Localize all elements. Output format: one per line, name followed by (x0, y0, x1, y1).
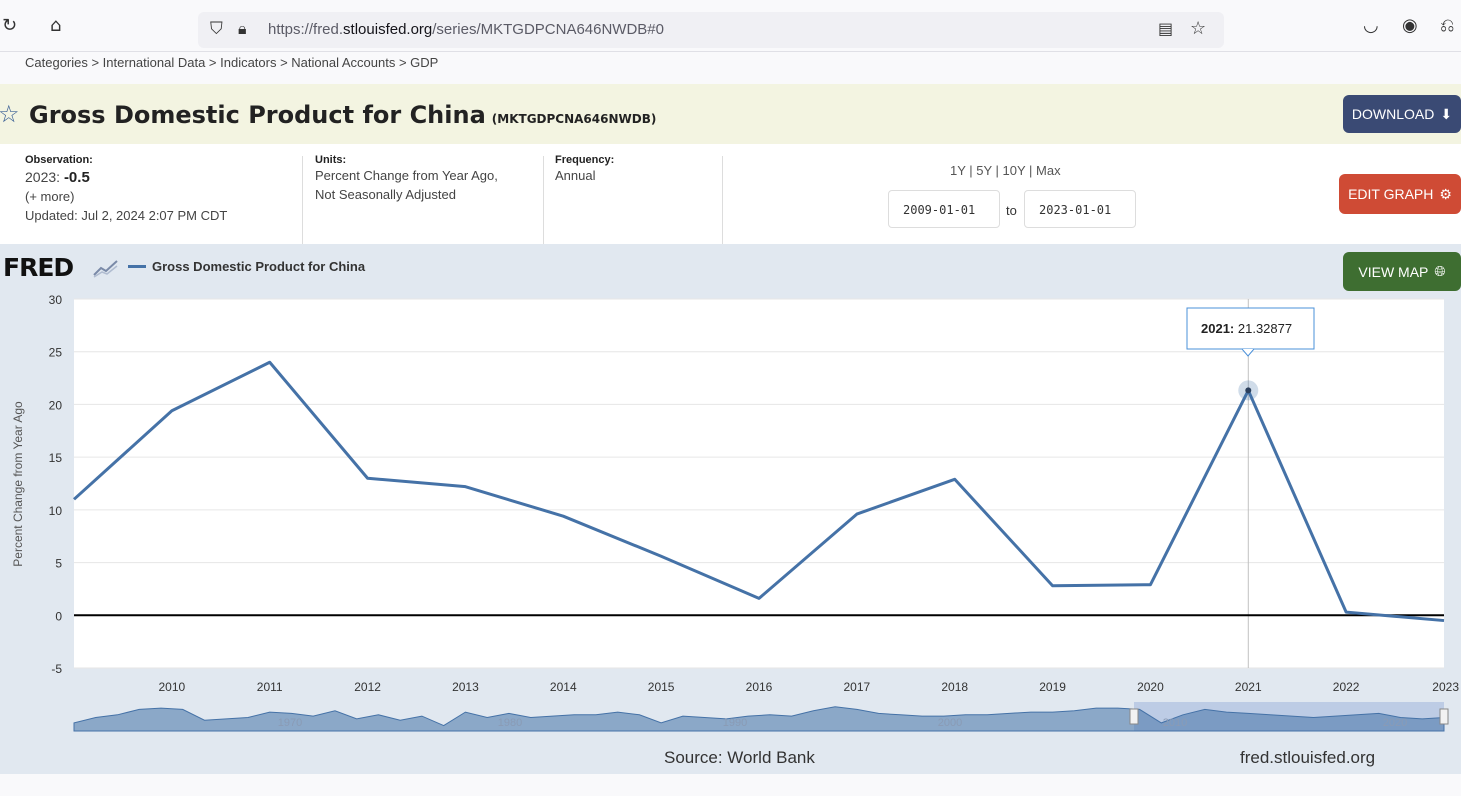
series-title: Gross Domestic Product for China (29, 101, 486, 129)
highlight-point[interactable] (1245, 387, 1252, 394)
y-tick-labels: 30 25 20 15 10 5 0 -5 (49, 293, 63, 676)
x-tick-label: 2010 (159, 680, 186, 694)
units-label: Units: (315, 154, 347, 166)
observation-year: 2023: (25, 169, 61, 185)
navigator-label: 1980 (498, 717, 522, 729)
x-tick-label: 2012 (354, 680, 381, 694)
y-tick-label: -5 (51, 662, 62, 676)
y-tick-label: 30 (49, 293, 63, 307)
x-tick-label: 2023 (1432, 680, 1459, 694)
y-tick-label: 20 (49, 398, 63, 412)
tooltip-text: 2021: 21.32877 (1201, 321, 1292, 336)
x-tick-label: 2020 (1137, 680, 1164, 694)
browser-toolbar: ↻ ⌂ ⛉ 🔒︎ https://fred.stlouisfed.org/ser… (0, 0, 1461, 52)
line-chart[interactable]: 302520151050-5 2010 2011 2012 2013 2014 2015 2… (0, 244, 1461, 744)
divider (302, 156, 303, 244)
observation-value: -0.5 (63, 169, 90, 186)
navigator-handle[interactable] (1129, 708, 1139, 725)
shield-icon[interactable]: ⛉ (210, 19, 223, 39)
x-tick-label: 2015 (648, 680, 675, 694)
y-tick-label: 0 (55, 609, 62, 623)
divider (543, 156, 544, 244)
download-label: DOWNLOAD (1351, 106, 1435, 122)
download-icon: ⬇ (1440, 105, 1453, 122)
x-tick-label: 2016 (746, 680, 773, 694)
bookmark-star-icon[interactable]: ☆ (1190, 19, 1206, 39)
x-tick-label: 2022 (1333, 680, 1360, 694)
lock-icon[interactable]: 🔒︎ (238, 19, 247, 39)
x-tick-label: 2011 (257, 680, 283, 694)
x-tick-label: 2019 (1039, 680, 1066, 694)
units-line1: Percent Change from Year Ago, (315, 168, 498, 183)
navigator-label: 2020 (1383, 717, 1407, 729)
pocket-icon[interactable]: ◡ (1363, 16, 1379, 36)
series-code: (MKTGDPCNA646NWDB) (491, 112, 657, 126)
observation-label: Observation: (25, 154, 93, 166)
tooltip-value: 21.32877 (1238, 321, 1292, 336)
page-title: Gross Domestic Product for China (MKTGDPC… (29, 101, 656, 129)
to-label: to (1006, 203, 1017, 218)
units-line2: Not Seasonally Adjusted (315, 187, 456, 202)
start-date-input[interactable]: 2009-01-01 (888, 190, 1000, 228)
y-tick-label: 5 (55, 557, 62, 571)
tooltip: 2021: 21.32877 (1186, 307, 1315, 357)
frequency-value: Annual (555, 168, 596, 183)
navigator-label: 2010 (1163, 717, 1187, 729)
navigator-label: 1990 (723, 717, 747, 729)
x-tick-label: 2021 (1235, 680, 1262, 694)
chart-site[interactable]: fred.stlouisfed.org (1240, 748, 1375, 768)
y-axis-label: Percent Change from Year Ago (11, 401, 25, 567)
navigator-label: 2000 (938, 717, 962, 729)
tooltip-year: 2021: (1201, 321, 1234, 336)
chart-source: Source: World Bank (664, 748, 815, 767)
x-tick-label: 2017 (844, 680, 871, 694)
more-observations-link[interactable]: (+ more) (25, 187, 227, 206)
series-metadata: Observation: 2023: -0.5 (+ more) Updated… (0, 144, 1461, 244)
home-icon[interactable]: ⌂ (50, 16, 61, 36)
x-tick-labels: 2010 2011 2012 2013 2014 2015 2016 2017 2018 2019… (159, 680, 1460, 694)
extensions-icon[interactable]: ⎌ (1440, 16, 1454, 36)
y-tick-label: 10 (49, 504, 63, 518)
series-title-bar: ☆ Gross Domestic Product for China (MKTGD… (0, 84, 1461, 144)
units-block: Units: Percent Change from Year Ago, Not… (315, 154, 498, 204)
navigator[interactable]: 1970 1980 1990 2000 2010 2020 (73, 702, 1449, 732)
gear-icon: ⚙ (1439, 185, 1452, 202)
observation-value-line: 2023: -0.5 (25, 168, 227, 187)
reader-view-icon[interactable]: ▤ (1158, 19, 1173, 39)
address-bar[interactable]: ⛉ 🔒︎ https://fred.stlouisfed.org/series/… (198, 12, 1224, 48)
updated-timestamp: Updated: Jul 2, 2024 2:07 PM CDT (25, 208, 228, 223)
y-tick-label: 25 (49, 346, 63, 360)
edit-graph-label: EDIT GRAPH (1348, 186, 1434, 202)
reload-icon[interactable]: ↻ (2, 16, 17, 36)
navigator-handle[interactable] (1439, 708, 1449, 725)
divider (722, 156, 723, 244)
plot-background (74, 299, 1444, 668)
x-tick-label: 2013 (452, 680, 479, 694)
navigator-label: 1970 (278, 717, 302, 729)
frequency-block: Frequency: Annual (555, 154, 614, 185)
favorite-star-icon[interactable]: ☆ (0, 102, 20, 126)
y-tick-label: 15 (49, 451, 63, 465)
edit-graph-button[interactable]: EDIT GRAPH ⚙ (1339, 174, 1461, 214)
url-text[interactable]: https://fred.stlouisfed.org/series/MKTGD… (268, 21, 664, 38)
account-icon[interactable]: ◉ (1402, 16, 1418, 36)
x-tick-label: 2018 (941, 680, 968, 694)
end-date-input[interactable]: 2023-01-01 (1024, 190, 1136, 228)
range-links[interactable]: 1Y | 5Y | 10Y | Max (950, 163, 1061, 178)
observation-block: Observation: 2023: -0.5 (+ more) Updated… (25, 154, 227, 225)
frequency-label: Frequency: (555, 154, 615, 166)
breadcrumb[interactable]: Categories > International Data > Indica… (25, 55, 438, 70)
x-tick-label: 2014 (550, 680, 577, 694)
download-button[interactable]: DOWNLOAD ⬇ (1343, 95, 1461, 133)
